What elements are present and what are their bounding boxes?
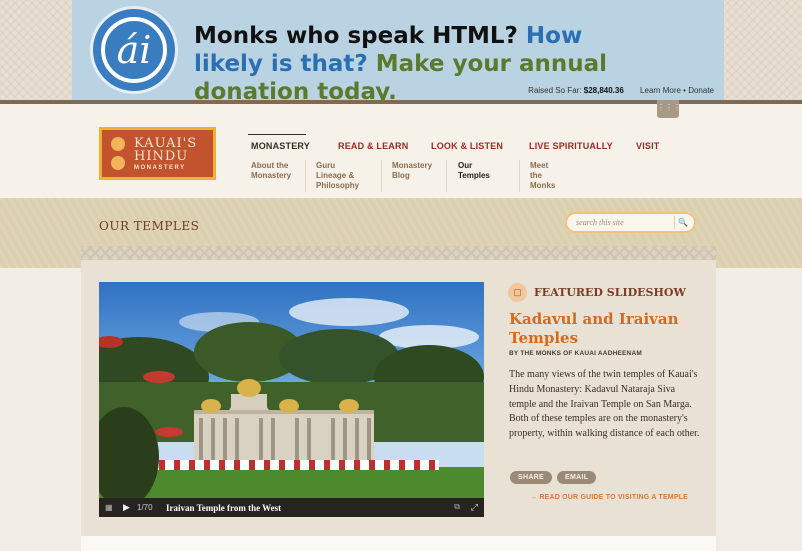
- search-input[interactable]: search this site: [576, 218, 624, 227]
- banner-divider: [0, 100, 802, 104]
- logo-emblem-icon: [108, 134, 128, 174]
- nav-item-visit[interactable]: VISIT: [636, 141, 660, 151]
- email-button[interactable]: EMAIL: [557, 471, 597, 484]
- subnav-our-temples[interactable]: Our Temples: [458, 161, 494, 181]
- page-title: OUR TEMPLES: [99, 219, 200, 233]
- share-button[interactable]: SHARE: [510, 471, 553, 484]
- slideshow-icon: ▢: [508, 283, 527, 302]
- subnav-separator: [305, 160, 306, 192]
- subnav-separator: [381, 160, 382, 192]
- featured-byline: BY THE MONKS OF KAUAI AADHEENAM: [509, 350, 642, 357]
- guide-link-label: READ OUR GUIDE TO VISITING A TEMPLE: [539, 494, 689, 501]
- guide-link[interactable]: → READ OUR GUIDE TO VISITING A TEMPLE: [530, 494, 688, 501]
- logo-line3: MONASTERY: [134, 164, 186, 171]
- grid-icon[interactable]: ▦: [105, 503, 113, 512]
- expand-icon[interactable]: ⧉: [454, 502, 460, 512]
- featured-title[interactable]: Kadavul and Iraivan Temples: [509, 310, 699, 348]
- subnav-about[interactable]: About the Monastery: [251, 161, 299, 181]
- subnav-separator: [446, 160, 447, 192]
- panel-border-pattern: [81, 246, 716, 260]
- arrow-right-icon: →: [530, 494, 540, 501]
- slideshow-image[interactable]: [99, 282, 484, 498]
- banner-toggle-handle[interactable]: ⋮⋮⋮: [657, 100, 681, 118]
- banner-links[interactable]: Learn More • Donate: [640, 86, 714, 95]
- nav-active-underline: [248, 134, 306, 135]
- search-icon[interactable]: 🔍: [674, 216, 688, 229]
- raised-label: Raised So Far:: [528, 86, 582, 95]
- banner-headline-part1: Monks who speak HTML?: [194, 23, 518, 49]
- featured-label: FEATURED SLIDESHOW: [534, 286, 686, 299]
- logo-line2: HINDU: [134, 148, 189, 164]
- subnav-blog[interactable]: Monastery Blog: [392, 161, 436, 181]
- logo-line1: KAUAI'S: [134, 135, 198, 151]
- search-box[interactable]: search this site 🔍: [565, 212, 696, 233]
- temple-photo: [99, 298, 484, 498]
- donation-banner[interactable]: ái Monks who speak HTML? How likely is t…: [72, 0, 724, 105]
- banner-logo-icon: ái: [90, 6, 178, 94]
- raised-amount: $28,840.36: [583, 86, 624, 95]
- subnav-guru-lineage[interactable]: Guru Lineage & Philosophy: [316, 161, 366, 191]
- subnav-meet-monks[interactable]: Meet the Monks: [530, 161, 560, 191]
- nav-item-monastery[interactable]: MONASTERY: [251, 141, 310, 151]
- slide-counter: 1/70: [137, 503, 153, 512]
- slide-caption: Iraivan Temple from the West: [166, 503, 282, 513]
- nav-item-look-listen[interactable]: LOOK & LISTEN: [431, 141, 503, 151]
- featured-description: The many views of the twin temples of Ka…: [509, 369, 700, 440]
- panel-footer: [81, 536, 716, 551]
- subnav-separator: [519, 160, 520, 192]
- nav-item-live-spiritually[interactable]: LIVE SPIRITUALLY: [529, 141, 613, 151]
- play-icon[interactable]: ▶: [123, 502, 130, 513]
- slideshow-controls: ▦ ▶ 1/70 Iraivan Temple from the West ⧉ …: [99, 498, 484, 517]
- site-logo[interactable]: KAUAI'S HINDU MONASTERY: [99, 127, 216, 180]
- nav-item-read-learn[interactable]: READ & LEARN: [338, 141, 408, 151]
- fullscreen-icon[interactable]: ⤢: [471, 502, 478, 513]
- banner-footer: Raised So Far: $28,840.36 Learn More • D…: [528, 86, 714, 95]
